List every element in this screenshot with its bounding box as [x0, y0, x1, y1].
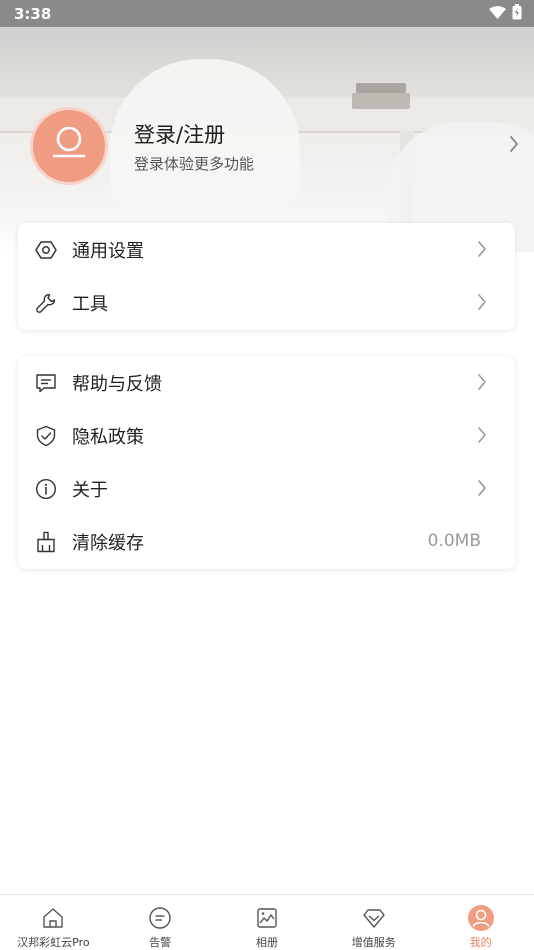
bottom-tab-bar: 汉邦彩虹云Pro 告警 相册 增值服务 我的	[0, 894, 534, 950]
tab-label: 汉邦彩虹云Pro	[17, 936, 90, 949]
menu-item-label: 通用设置	[72, 240, 144, 262]
info-card: 帮助与反馈 隐私政策 关于 清除缓存 0.0MB	[18, 356, 515, 569]
chevron-right-icon	[477, 373, 487, 395]
wifi-icon	[489, 4, 506, 23]
tab-label: 增值服务	[351, 936, 396, 949]
menu-item-label: 工具	[72, 293, 108, 315]
feedback-icon	[34, 371, 58, 395]
menu-item-privacy-policy[interactable]: 隐私政策	[18, 409, 515, 462]
menu-item-label: 清除缓存	[72, 532, 144, 554]
user-icon	[467, 905, 494, 931]
battery-icon	[512, 3, 522, 24]
user-placeholder-icon	[49, 124, 89, 168]
menu-item-help-feedback[interactable]: 帮助与反馈	[18, 356, 515, 409]
chevron-right-icon	[477, 426, 487, 448]
alert-icon	[147, 905, 173, 931]
tab-value-added-services[interactable]: 增值服务	[320, 895, 427, 950]
menu-item-general-settings[interactable]: 通用设置	[18, 223, 515, 276]
tab-label: 告警	[149, 936, 172, 949]
menu-item-label: 隐私政策	[72, 426, 144, 448]
tab-label: 我的	[469, 936, 492, 949]
chevron-right-icon	[477, 479, 487, 501]
shield-check-icon	[34, 424, 58, 448]
login-register-title[interactable]: 登录/注册	[134, 119, 520, 149]
settings-card: 通用设置 工具	[18, 223, 515, 330]
login-profile-row[interactable]: 登录/注册 登录体验更多功能	[30, 106, 520, 186]
broom-icon	[34, 530, 58, 554]
settings-hex-icon	[34, 238, 58, 262]
menu-item-clear-cache[interactable]: 清除缓存 0.0MB	[18, 515, 515, 568]
status-time: 3:38	[14, 4, 52, 23]
status-bar: 3:38	[0, 0, 534, 27]
tab-mine[interactable]: 我的	[427, 895, 534, 950]
cache-size-value: 0.0MB	[427, 531, 481, 551]
tab-label: 相册	[255, 936, 278, 949]
avatar[interactable]	[30, 107, 108, 185]
menu-item-label: 帮助与反馈	[72, 373, 162, 395]
chevron-right-icon	[477, 240, 487, 262]
tab-album[interactable]: 相册	[214, 895, 321, 950]
info-icon	[34, 477, 58, 501]
wrench-icon	[34, 291, 58, 315]
login-subtitle: 登录体验更多功能	[134, 154, 255, 173]
chevron-right-icon	[477, 293, 487, 315]
album-icon	[254, 905, 280, 931]
tab-alerts[interactable]: 告警	[107, 895, 214, 950]
diamond-icon	[361, 905, 387, 931]
menu-item-about[interactable]: 关于	[18, 462, 515, 515]
menu-item-label: 关于	[72, 479, 108, 501]
status-icons	[489, 3, 522, 24]
menu-item-tools[interactable]: 工具	[18, 276, 515, 329]
tab-home[interactable]: 汉邦彩虹云Pro	[0, 895, 107, 950]
chevron-right-icon	[508, 134, 520, 158]
home-icon	[40, 905, 66, 931]
